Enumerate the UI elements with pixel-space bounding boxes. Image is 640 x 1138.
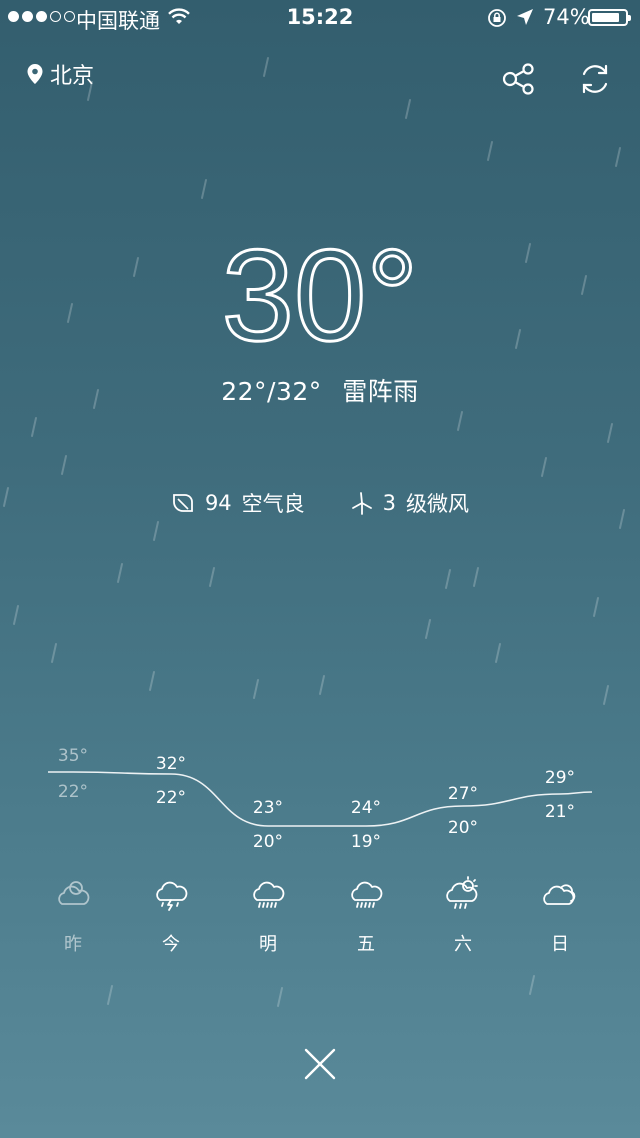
forecast-day-label: 六 <box>454 934 472 955</box>
weather-summary: 22°/32° 雷阵雨 <box>0 372 640 408</box>
forecast-day-label: 五 <box>357 934 375 955</box>
temperature-trend-line <box>47 771 593 827</box>
temperature-value: 30° <box>222 222 419 352</box>
forecast-low: 22° <box>155 788 187 808</box>
refresh-button[interactable] <box>576 60 614 98</box>
rain-icon <box>249 876 287 916</box>
forecast-high: 23° <box>252 798 284 818</box>
location-pin-icon <box>27 64 43 84</box>
forecast-day-label: 日 <box>551 934 569 955</box>
aqi-text: 空气良 <box>241 492 305 516</box>
sun-rain-icon <box>444 876 482 916</box>
rain-icon <box>347 876 385 916</box>
condition-text: 雷阵雨 <box>342 377 419 406</box>
rain-overlay <box>3 57 625 1007</box>
forecast-day-label: 昨 <box>64 934 82 955</box>
forecast-day-label: 今 <box>162 934 180 955</box>
close-button[interactable] <box>300 1044 340 1084</box>
city-name: 北京 <box>50 64 95 89</box>
forecast-high: 29° <box>544 768 576 788</box>
wind-turbine-icon <box>351 492 372 515</box>
forecast-low: 19° <box>350 832 382 852</box>
forecast-day-label: 明 <box>259 934 277 955</box>
forecast-high: 27° <box>447 784 479 804</box>
wind-info[interactable]: 3 级微风 <box>351 488 469 518</box>
refresh-icon <box>582 64 608 94</box>
forecast-high: 32° <box>155 754 187 774</box>
partly-cloudy-icon <box>54 876 92 916</box>
forecast-low: 20° <box>447 818 479 838</box>
forecast-panel: 35° 22° 昨 32° 22° 今 23° 20° 明 24° 19° 五 27° 20° 六 29° 21… <box>0 740 640 960</box>
cloudy-icon <box>541 876 579 916</box>
share-icon <box>502 63 534 95</box>
forecast-low: 20° <box>252 832 284 852</box>
thunderstorm-icon <box>152 876 190 916</box>
current-temperature: 30° <box>0 222 640 352</box>
temp-range: 22°/32° <box>221 377 322 406</box>
wind-level: 3 <box>382 491 397 515</box>
share-button[interactable] <box>500 60 538 98</box>
forecast-low: 22° <box>57 782 89 802</box>
aqi-value: 94 <box>204 491 232 515</box>
status-bar: 中国联通 15:22 74% <box>0 0 640 38</box>
wind-text: 级微风 <box>406 492 470 516</box>
close-icon <box>304 1048 336 1080</box>
city-selector[interactable]: 北京 <box>26 58 94 90</box>
air-wind-row: 94 空气良 3 级微风 <box>0 488 640 518</box>
air-quality[interactable]: 94 空气良 <box>171 488 305 518</box>
leaf-icon <box>173 494 193 512</box>
battery-percent: 74% <box>543 5 590 29</box>
forecast-high: 35° <box>57 746 89 766</box>
forecast-low: 21° <box>544 802 576 822</box>
forecast-high: 24° <box>350 798 382 818</box>
rotation-lock-icon <box>488 9 506 27</box>
battery-icon <box>588 9 631 26</box>
location-arrow-icon <box>517 9 533 25</box>
